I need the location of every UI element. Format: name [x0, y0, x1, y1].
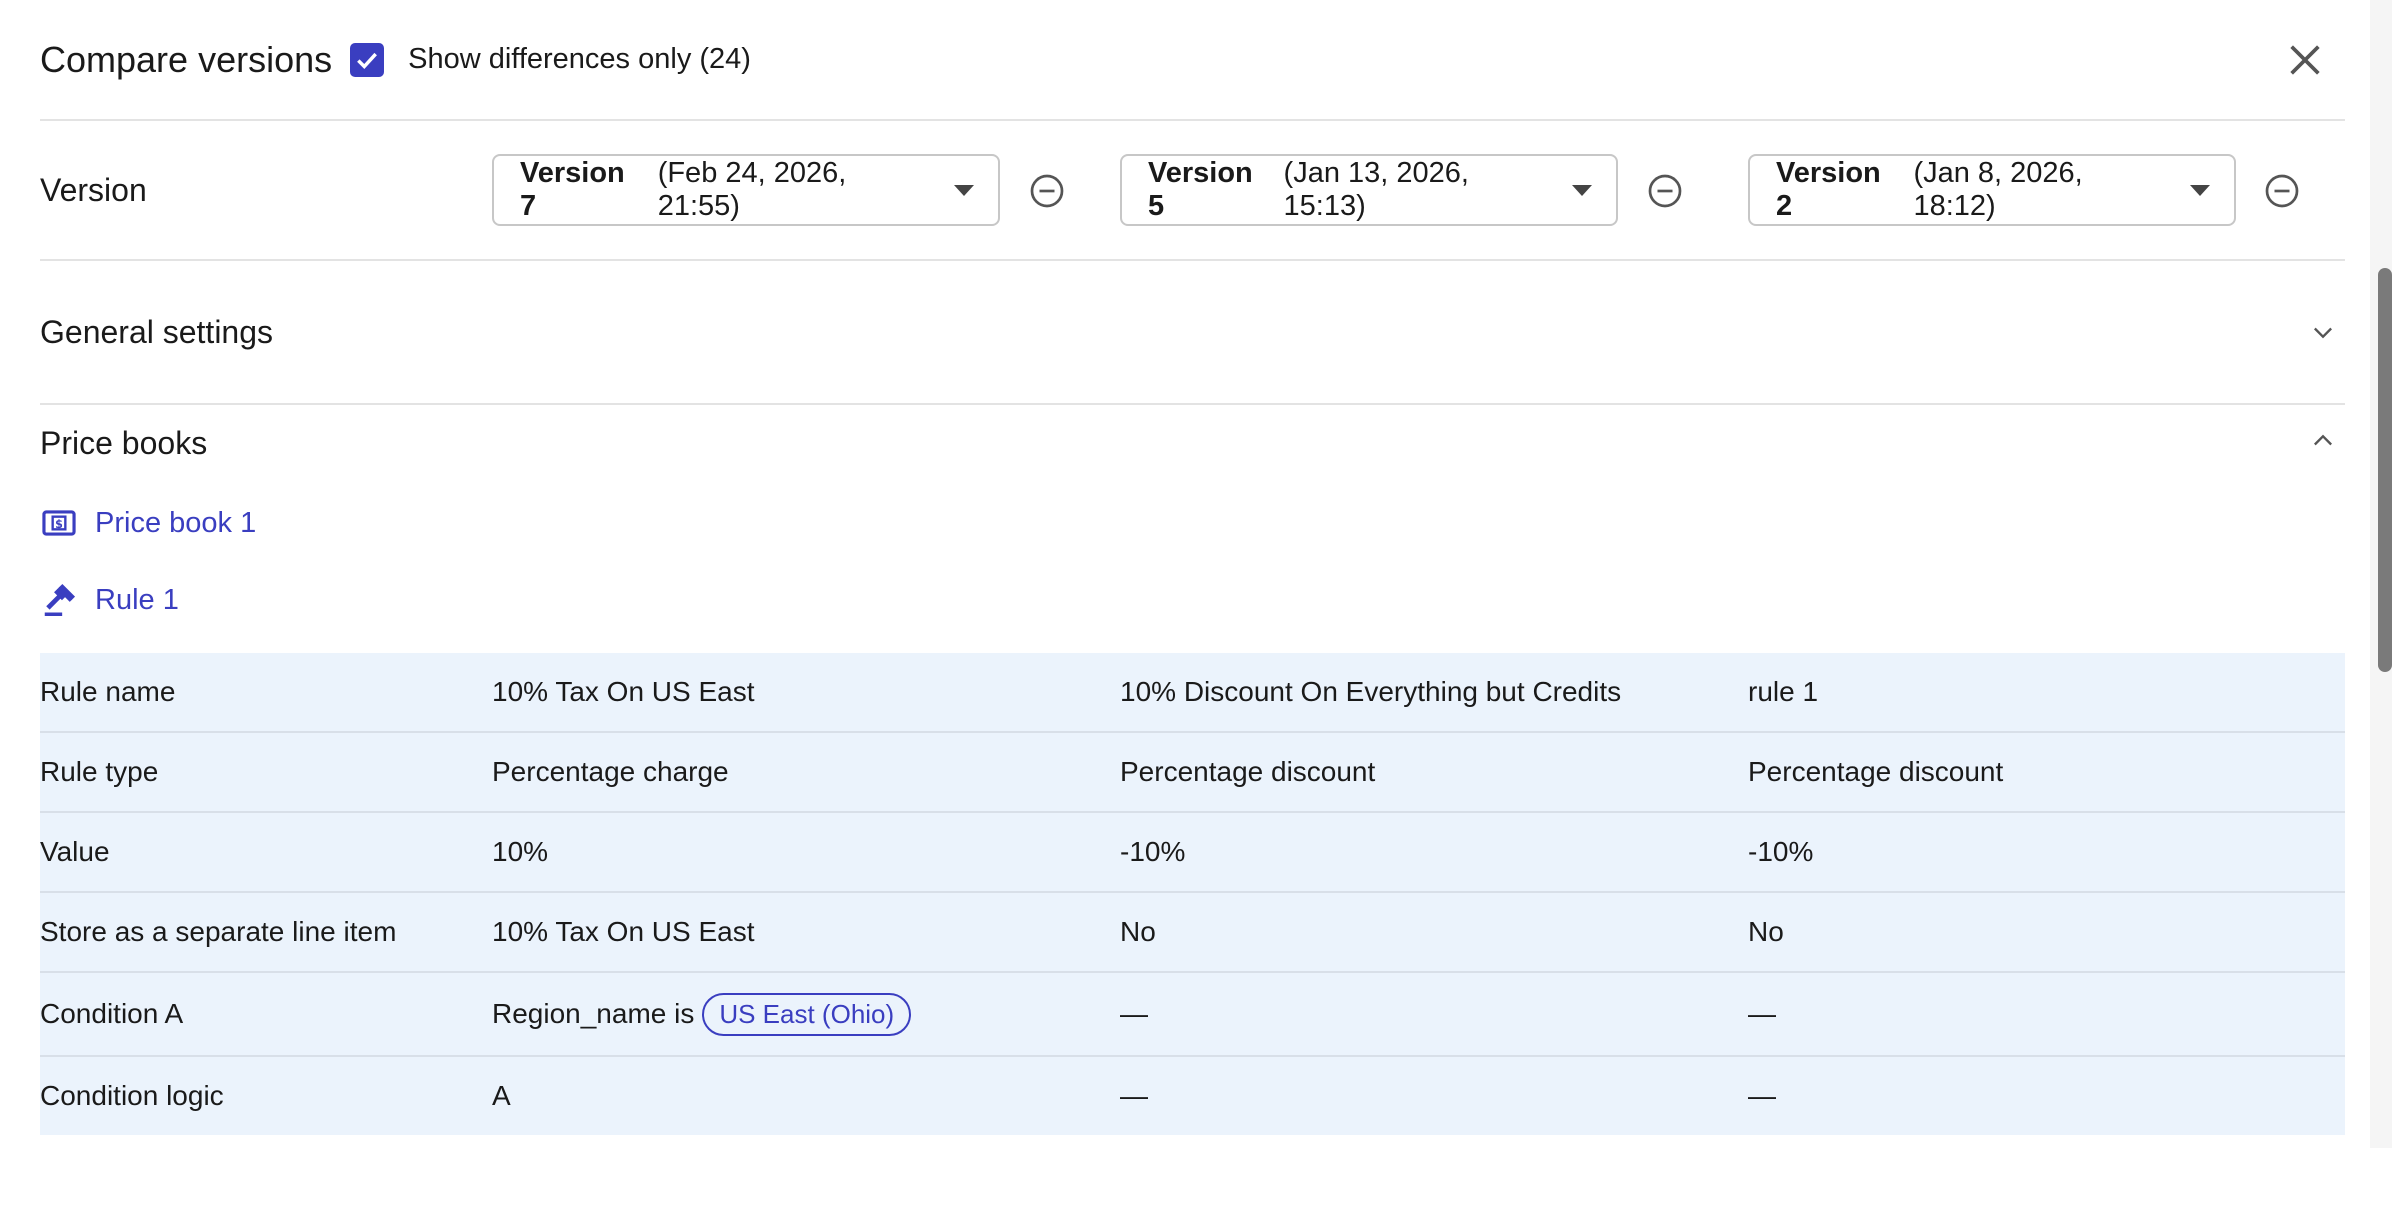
- version-name: Version 2: [1776, 157, 1881, 222]
- version-name: Version 5: [1148, 157, 1253, 222]
- remove-version-icon[interactable]: [1647, 173, 1683, 209]
- cell-version-1: 10% Tax On US East: [492, 892, 1120, 973]
- table-row: Condition A Region_name is US East (Ohio)…: [40, 972, 2345, 1057]
- close-icon[interactable]: [2285, 40, 2325, 80]
- version-date: (Jan 13, 2026, 15:13): [1283, 157, 1469, 222]
- checkmark-icon: [357, 52, 378, 69]
- table-row: Store as a separate line item 10% Tax On…: [40, 892, 2345, 973]
- table-row: Rule name 10% Tax On US East 10% Discoun…: [40, 653, 2345, 733]
- cell-version-1: Region_name is US East (Ohio): [492, 972, 1120, 1057]
- show-differences-checkbox[interactable]: [350, 42, 385, 77]
- remove-version-icon[interactable]: [2264, 173, 2300, 209]
- cell-version-2: 10% Discount On Everything but Credits: [1120, 653, 1748, 733]
- cell-version-2: No: [1120, 892, 1748, 973]
- version-name: Version 7: [520, 157, 625, 222]
- compare-versions-panel: Compare versions Show differences only (…: [40, 0, 2345, 1205]
- caret-down-icon: [2190, 184, 2210, 196]
- price-books-section: Price books $ Price book 1 Rule 1 Rule n…: [40, 405, 2345, 1205]
- cell-version-3: —: [1748, 1080, 1776, 1111]
- cell-version-1: Percentage charge: [492, 732, 1120, 813]
- cell-version-1: 10%: [492, 812, 1120, 893]
- region-chip[interactable]: US East (Ohio): [702, 992, 912, 1036]
- chevron-down-icon[interactable]: [2309, 318, 2337, 346]
- scrollbar-thumb[interactable]: [2378, 268, 2392, 672]
- version-select-3[interactable]: Version 2 (Jan 8, 2026, 18:12): [1748, 154, 2236, 226]
- page-title: Compare versions: [40, 38, 333, 80]
- general-settings-section[interactable]: General settings: [40, 261, 2345, 405]
- section-title: General settings: [40, 313, 274, 350]
- cell-version-1: A: [492, 1080, 511, 1111]
- cell-version-2: -10%: [1120, 812, 1748, 893]
- row-label: Value: [40, 812, 492, 893]
- cell-version-2: —: [1120, 1080, 1148, 1111]
- row-label: Condition logic: [40, 1080, 224, 1111]
- table-row: Rule type Percentage charge Percentage d…: [40, 732, 2345, 813]
- condition-text: Region_name is: [492, 997, 695, 1029]
- version-select-2[interactable]: Version 5 (Jan 13, 2026, 15:13): [1120, 154, 1618, 226]
- version-row: Version Version 7 (Feb 24, 2026, 21:55) …: [40, 121, 2345, 261]
- row-label: Rule name: [40, 653, 492, 733]
- chevron-up-icon[interactable]: [2309, 427, 2337, 455]
- price-book-icon: $: [42, 510, 76, 536]
- svg-text:$: $: [55, 518, 63, 531]
- cell-version-3: rule 1: [1748, 653, 2345, 733]
- remove-version-icon[interactable]: [1029, 173, 1065, 209]
- cell-version-3: No: [1748, 892, 2345, 973]
- cell-version-3: —: [1748, 972, 2345, 1057]
- rule-label[interactable]: Rule 1: [95, 584, 179, 617]
- header: Compare versions Show differences only (…: [40, 0, 2345, 121]
- cell-version-2: Percentage discount: [1120, 732, 1748, 813]
- price-book-link[interactable]: $ Price book 1: [40, 504, 256, 542]
- version-select-1[interactable]: Version 7 (Feb 24, 2026, 21:55): [492, 154, 1000, 226]
- table-row: Value 10% -10% -10%: [40, 812, 2345, 893]
- caret-down-icon: [1572, 184, 1592, 196]
- price-book-label[interactable]: Price book 1: [95, 507, 256, 540]
- version-date: (Jan 8, 2026, 18:12): [1913, 157, 2083, 222]
- table-row: Condition logic A — —: [40, 1056, 2345, 1135]
- row-label: Rule type: [40, 732, 492, 813]
- cell-version-2: —: [1120, 972, 1748, 1057]
- rule-comparison-table: Rule name 10% Tax On US East 10% Discoun…: [40, 653, 2345, 1135]
- cell-version-3: -10%: [1748, 812, 2345, 893]
- version-label: Version: [40, 171, 147, 208]
- rule-link[interactable]: Rule 1: [40, 581, 179, 619]
- row-label: Store as a separate line item: [40, 892, 492, 973]
- section-title[interactable]: Price books: [40, 425, 207, 462]
- show-differences-label[interactable]: Show differences only (24): [408, 43, 751, 76]
- cell-version-1: 10% Tax On US East: [492, 653, 1120, 733]
- cell-version-3: Percentage discount: [1748, 732, 2345, 813]
- gavel-icon: [44, 583, 76, 616]
- caret-down-icon: [954, 184, 974, 196]
- version-date: (Feb 24, 2026, 21:55): [657, 157, 847, 222]
- row-label: Condition A: [40, 972, 492, 1057]
